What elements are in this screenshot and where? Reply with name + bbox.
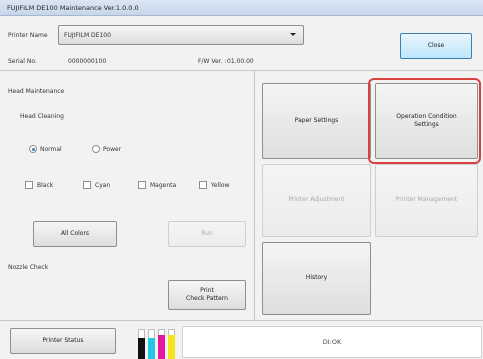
checkbox-yellow-label: Yellow bbox=[211, 182, 230, 189]
radio-power[interactable] bbox=[92, 145, 100, 153]
serial-label: Serial No. bbox=[8, 58, 37, 65]
fw-label: F/W Ver. : bbox=[198, 58, 227, 65]
ink-black bbox=[138, 338, 145, 359]
fw-value: 01.00.00 bbox=[227, 58, 254, 65]
printer-name-label: Printer Name bbox=[8, 32, 48, 39]
printer-adjustment-button[interactable]: Printer Adjustment bbox=[262, 164, 371, 237]
status-message: DI:OK bbox=[322, 338, 342, 346]
ink-magenta bbox=[158, 335, 165, 359]
ink-yellow bbox=[168, 335, 175, 359]
highlight-frame bbox=[368, 78, 481, 164]
radio-normal-label: Normal bbox=[40, 146, 62, 153]
radio-power-label: Power bbox=[103, 146, 122, 153]
head-maintenance-title: Head Maintenance bbox=[8, 88, 65, 95]
checkbox-black-label: Black bbox=[37, 182, 54, 189]
ink-levels bbox=[138, 329, 178, 359]
head-cleaning-label: Head Cleaning bbox=[20, 113, 64, 120]
checkbox-cyan-label: Cyan bbox=[95, 182, 111, 189]
all-colors-button[interactable]: All Colors bbox=[33, 221, 117, 247]
status-message-box: DI:OK bbox=[182, 326, 482, 358]
printer-management-button[interactable]: Printer Management bbox=[375, 164, 478, 237]
print-check-pattern-button[interactable]: Print Check Pattern bbox=[168, 280, 246, 310]
checkbox-cyan[interactable] bbox=[83, 181, 91, 189]
history-button[interactable]: History bbox=[262, 242, 371, 315]
printer-status-button[interactable]: Printer Status bbox=[10, 328, 116, 354]
divider bbox=[0, 70, 483, 71]
nozzle-check-label: Nozzle Check bbox=[8, 264, 49, 271]
checkbox-magenta-label: Magenta bbox=[150, 182, 177, 189]
ink-cyan bbox=[148, 338, 155, 359]
paper-settings-button[interactable]: Paper Settings bbox=[262, 83, 371, 159]
printer-name-value: FUJIFILM DE100 bbox=[64, 32, 111, 39]
chevron-down-icon bbox=[290, 33, 296, 36]
checkbox-magenta[interactable] bbox=[138, 181, 146, 189]
checkbox-yellow[interactable] bbox=[199, 181, 207, 189]
run-button[interactable]: Run bbox=[168, 221, 246, 247]
close-button[interactable]: Close bbox=[400, 33, 472, 59]
radio-normal[interactable] bbox=[29, 145, 37, 153]
window-title: FUJIFILM DE100 Maintenance Ver.1.0.0.0 bbox=[7, 4, 139, 12]
serial-value: 0000000100 bbox=[68, 58, 107, 65]
vertical-divider bbox=[254, 70, 255, 320]
printer-name-dropdown[interactable]: FUJIFILM DE100 bbox=[58, 25, 304, 45]
checkbox-black[interactable] bbox=[25, 181, 33, 189]
title-bar: FUJIFILM DE100 Maintenance Ver.1.0.0.0 bbox=[0, 0, 483, 16]
